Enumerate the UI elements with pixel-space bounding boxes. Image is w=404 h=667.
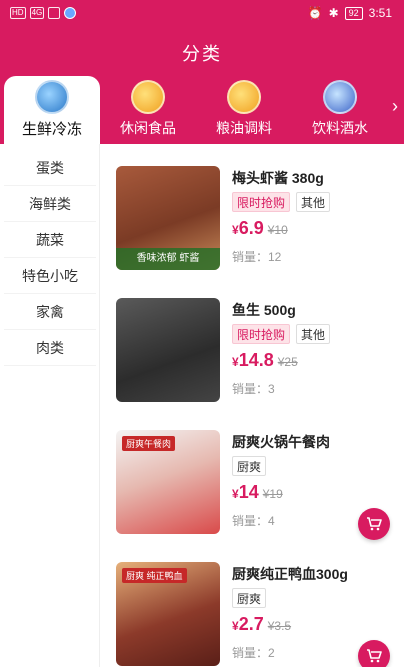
cart-icon [367, 649, 382, 663]
price-value: 2.7 [238, 614, 264, 634]
original-price: ¥10 [267, 223, 288, 237]
price-value: 14 [238, 482, 259, 502]
tab-snacks[interactable]: 休闲食品 [100, 76, 196, 144]
price: ¥2.7 [232, 614, 264, 635]
currency-symbol: ¥ [232, 355, 239, 369]
product-image[interactable]: 厨爽午餐肉 [116, 430, 220, 534]
price-value: 6.9 [238, 218, 264, 238]
product-name[interactable]: 厨爽纯正鸭血300g [232, 564, 348, 584]
price-row: ¥6.9 ¥10 [232, 218, 288, 239]
product-badges: 限时抢购 其他 [232, 192, 331, 212]
flash-sale-badge: 限时抢购 [232, 192, 291, 212]
product-image[interactable]: 厨爽 纯正鸭血 [116, 562, 220, 666]
sidebar-item-eggs[interactable]: 蛋类 [4, 150, 96, 186]
notification-icon [48, 7, 61, 19]
currency-symbol: ¥ [232, 487, 239, 501]
sidebar-item-vegetables[interactable]: 蔬菜 [4, 222, 96, 258]
product-badges: 厨爽 [232, 588, 267, 608]
sales-count: 销量：3 [232, 382, 275, 396]
status-bar: HD 4G ⏰ ✱ 92 3:51 [0, 0, 404, 28]
drink-icon [323, 80, 357, 114]
tab-fresh-frozen[interactable]: 生鲜冷冻 [4, 76, 100, 144]
bluetooth-icon: ✱ [328, 6, 339, 20]
clock: 3:51 [368, 6, 392, 20]
price-row: ¥14 ¥19 [232, 482, 283, 503]
tab-label: 生鲜冷冻 [21, 121, 82, 138]
original-price: ¥25 [277, 355, 298, 369]
app-header: 分类 [0, 28, 404, 76]
product-badges: 厨爽 [232, 456, 267, 476]
sales-count: 销量：2 [232, 646, 275, 660]
product-badges: 限时抢购 其他 [232, 324, 331, 344]
subcategory-sidebar: 蛋类 海鲜类 蔬菜 特色小吃 家禽 肉类 [0, 144, 100, 667]
category-tab-bar: 生鲜冷冻 休闲食品 粮油调料 饮料酒水 › [0, 76, 404, 144]
add-to-cart-button[interactable] [358, 640, 390, 667]
sales-count: 销量：12 [232, 250, 282, 264]
currency-symbol: ¥ [232, 223, 239, 237]
product-card[interactable]: 鱼生 500g 限时抢购 其他 ¥14.8 ¥25 销量：3 [116, 298, 404, 402]
price-row: ¥2.7 ¥3.5 [232, 614, 291, 635]
page-title: 分类 [182, 44, 222, 64]
sidebar-item-seafood[interactable]: 海鲜类 [4, 186, 96, 222]
tab-drinks[interactable]: 饮料酒水 [292, 76, 388, 144]
sidebar-item-snacks[interactable]: 特色小吃 [4, 258, 96, 294]
product-list: 香味浓郁 虾酱 梅头虾酱 380g 限时抢购 其他 ¥6.9 ¥10 销量：12… [100, 144, 404, 667]
seafood-icon [35, 80, 69, 114]
product-name[interactable]: 梅头虾酱 380g [232, 168, 324, 188]
snack-icon [131, 80, 165, 114]
product-image[interactable] [116, 298, 220, 402]
price-value: 14.8 [238, 350, 274, 370]
battery-indicator: 92 [344, 6, 363, 20]
price: ¥14 [232, 482, 259, 503]
oil-icon [227, 80, 261, 114]
sales-count: 销量：4 [232, 514, 275, 528]
alarm-icon: ⏰ [307, 6, 323, 20]
sidebar-item-poultry[interactable]: 家禽 [4, 294, 96, 330]
product-image-banner: 香味浓郁 虾酱 [116, 248, 220, 270]
price: ¥6.9 [232, 218, 264, 239]
category-badge: 其他 [296, 192, 331, 212]
status-left: HD 4G [10, 7, 77, 19]
price-row: ¥14.8 ¥25 [232, 350, 298, 371]
product-image[interactable]: 香味浓郁 虾酱 [116, 166, 220, 270]
product-name[interactable]: 厨爽火锅午餐肉 [232, 432, 330, 452]
tab-label: 粮油调料 [216, 120, 272, 136]
add-to-cart-button[interactable] [358, 508, 390, 540]
brand-badge: 厨爽 [232, 456, 267, 476]
cart-icon [367, 517, 382, 531]
network-hd-indicator: HD [10, 7, 26, 19]
product-name[interactable]: 鱼生 500g [232, 300, 296, 320]
product-image-tag: 厨爽午餐肉 [122, 436, 176, 451]
brand-badge: 厨爽 [232, 588, 267, 608]
currency-symbol: ¥ [232, 619, 239, 633]
sidebar-item-meat[interactable]: 肉类 [4, 330, 96, 366]
tab-label: 饮料酒水 [312, 120, 368, 136]
app-notification-icon [64, 7, 77, 19]
product-image-tag: 厨爽 纯正鸭血 [122, 568, 187, 583]
network-4g-indicator: 4G [29, 7, 45, 19]
category-badge: 其他 [296, 324, 331, 344]
flash-sale-badge: 限时抢购 [232, 324, 291, 344]
price: ¥14.8 [232, 350, 274, 371]
tab-grain-oil[interactable]: 粮油调料 [196, 76, 292, 144]
original-price: ¥3.5 [267, 619, 292, 633]
original-price: ¥19 [262, 487, 283, 501]
chevron-right-icon[interactable]: › [392, 96, 398, 117]
tab-label: 休闲食品 [120, 120, 176, 136]
status-right: ⏰ ✱ 92 3:51 [308, 6, 392, 20]
product-card[interactable]: 香味浓郁 虾酱 梅头虾酱 380g 限时抢购 其他 ¥6.9 ¥10 销量：12 [116, 166, 404, 270]
